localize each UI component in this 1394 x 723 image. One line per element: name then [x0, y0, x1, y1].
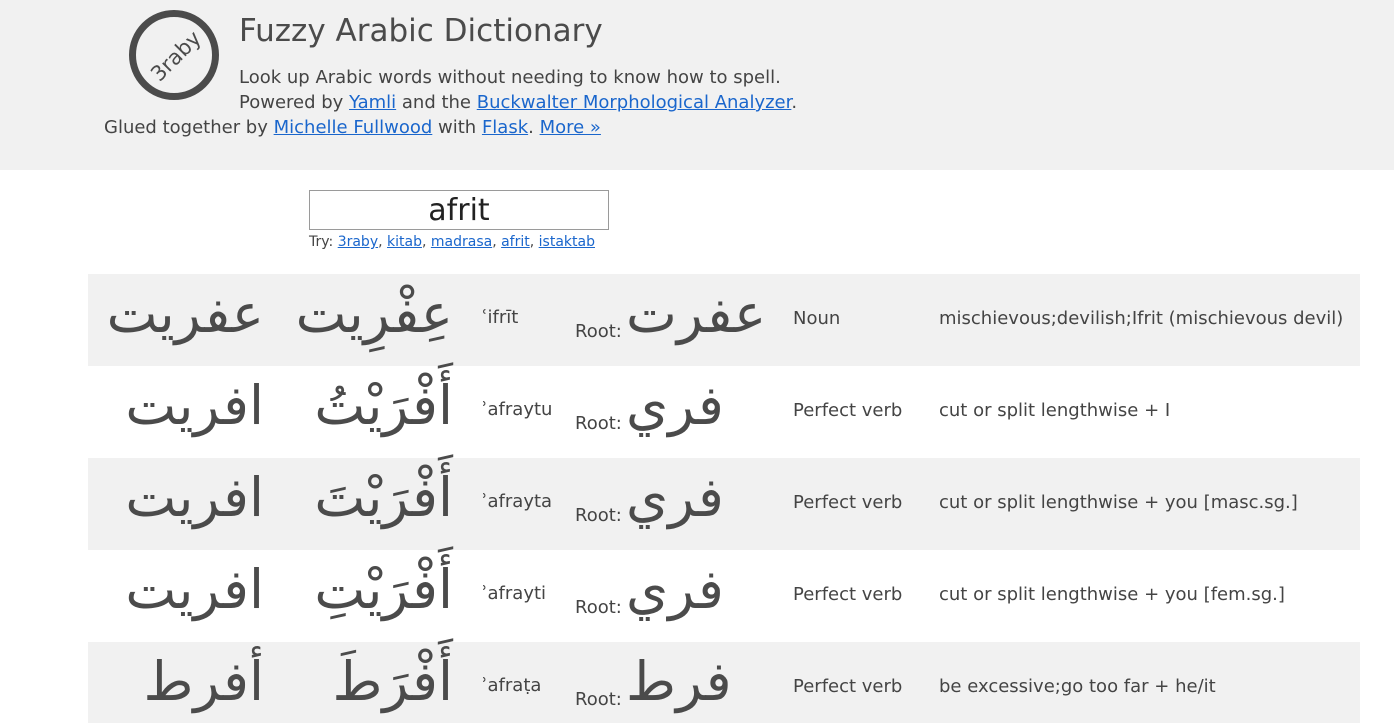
example-link-istaktab[interactable]: istaktab [539, 234, 595, 250]
root-label: Root: [575, 505, 622, 526]
result-gloss: be excessive;go too far + he/it [939, 676, 1216, 697]
result-transliteration: ʾafraṭa [482, 675, 542, 696]
result-transliteration: ʿifrīt [482, 307, 519, 328]
result-gloss: cut or split lengthwise + you [masc.sg.] [939, 492, 1298, 513]
logo-text: 3raby [146, 26, 206, 86]
example-link-madrasa[interactable]: madrasa [431, 234, 492, 250]
result-transliteration: ʾafraytu [482, 399, 553, 420]
result-vocalized: أَفْرَيْتِ [314, 558, 453, 621]
example-link-kitab[interactable]: kitab [387, 234, 422, 250]
result-transliteration: ʾafrayti [482, 583, 547, 604]
example-separator: , [378, 234, 388, 250]
result-word: عفريت [106, 282, 264, 345]
example-separator: , [421, 234, 431, 250]
result-gloss: cut or split lengthwise + I [939, 400, 1171, 421]
powered-mid: and the [396, 92, 477, 113]
result-word: أفرط [143, 650, 264, 713]
example-separator: , [492, 234, 502, 250]
search-input[interactable] [309, 190, 609, 230]
result-transliteration: ʾafrayta [482, 491, 553, 512]
result-row: افريت أَفْرَيْتَ ʾafrayta Root: فري Perf… [88, 458, 1360, 550]
yamli-link[interactable]: Yamli [349, 92, 396, 113]
example-separator: , [529, 234, 539, 250]
author-link[interactable]: Michelle Fullwood [274, 117, 433, 138]
root-label: Root: [575, 413, 622, 434]
result-root: فري [626, 466, 724, 529]
result-word: افريت [125, 374, 264, 437]
site-title: Fuzzy Arabic Dictionary [239, 13, 603, 49]
buckwalter-link[interactable]: Buckwalter Morphological Analyzer [477, 92, 792, 113]
result-part-of-speech: Perfect verb [793, 492, 903, 513]
result-vocalized: أَفْرَيْتُ [314, 374, 453, 437]
result-gloss: mischievous;devilish;Ifrit (mischievous … [939, 308, 1344, 329]
result-vocalized: عِفْرِيت [295, 282, 453, 345]
root-label: Root: [575, 689, 622, 710]
logo-circle[interactable]: 3raby [129, 10, 219, 100]
result-vocalized: أَفْرَيْتَ [314, 466, 453, 529]
more-link[interactable]: More » [540, 117, 601, 138]
glued-sep: . [528, 117, 540, 138]
result-row: افريت أَفْرَيْتِ ʾafrayti Root: فري Perf… [88, 550, 1360, 642]
result-part-of-speech: Perfect verb [793, 676, 903, 697]
powered-suffix: . [791, 92, 798, 113]
result-row: افريت أَفْرَيْتُ ʾafraytu Root: فري Perf… [88, 366, 1360, 458]
credits-line: Glued together by Michelle Fullwood with… [104, 117, 601, 139]
example-link-afrit[interactable]: afrit [501, 234, 530, 250]
glued-prefix: Glued together by [104, 117, 274, 138]
result-gloss: cut or split lengthwise + you [fem.sg.] [939, 584, 1285, 605]
result-root: فري [626, 558, 724, 621]
result-part-of-speech: Perfect verb [793, 400, 903, 421]
result-part-of-speech: Perfect verb [793, 584, 903, 605]
result-word: افريت [125, 466, 264, 529]
try-examples: Try: 3raby, kitab, madrasa, afrit, istak… [309, 234, 595, 250]
powered-by-line: Powered by Yamli and the Buckwalter Morp… [239, 92, 797, 114]
glued-mid: with [432, 117, 482, 138]
result-vocalized: أَفْرَطَ [332, 650, 453, 713]
result-row: أفرط أَفْرَطَ ʾafraṭa Root: فرط Perfect … [88, 642, 1360, 723]
try-label: Try: [309, 234, 338, 250]
powered-prefix: Powered by [239, 92, 350, 113]
result-root: فري [626, 374, 724, 437]
result-row: عفريت عِفْرِيت ʿifrīt Root: عفرت Noun mi… [88, 274, 1360, 366]
site-header: 3raby Fuzzy Arabic Dictionary Look up Ar… [0, 0, 1394, 170]
root-label: Root: [575, 321, 622, 342]
example-link-3raby[interactable]: 3raby [338, 234, 378, 250]
result-part-of-speech: Noun [793, 308, 841, 329]
flask-link[interactable]: Flask [482, 117, 528, 138]
site-subtitle: Look up Arabic words without needing to … [239, 67, 781, 88]
result-root: فرط [626, 650, 732, 713]
result-root: عفرت [626, 282, 767, 345]
root-label: Root: [575, 597, 622, 618]
result-word: افريت [125, 558, 264, 621]
